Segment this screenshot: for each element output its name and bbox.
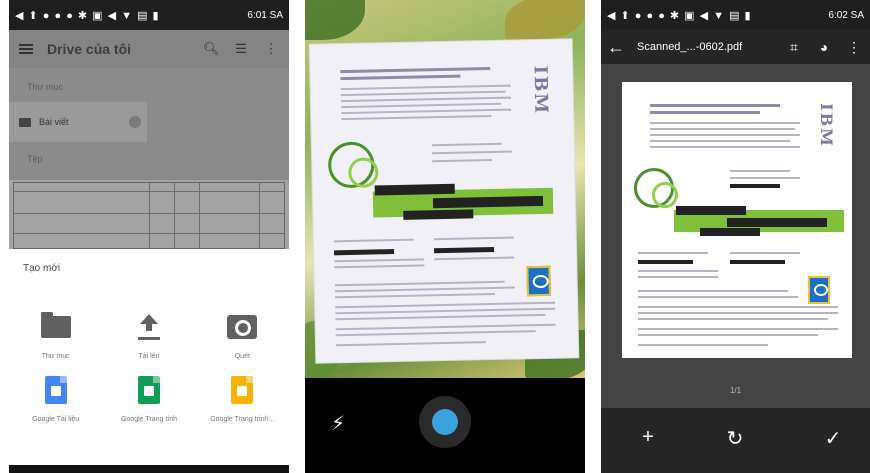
google-sheets-icon bbox=[137, 376, 160, 404]
page-counter: 1/1 bbox=[729, 386, 742, 395]
status-bar: ◀ ⬆ ● ● ● ✱ ▣ ◀ ▼ ▤ ▮ 6:01 SA bbox=[9, 0, 289, 30]
section-files-label: Tệp bbox=[27, 154, 43, 164]
file-thumbnail[interactable] bbox=[9, 180, 289, 249]
upload-option[interactable]: Tải lên bbox=[102, 311, 195, 360]
search-icon[interactable]: 🔍︎ bbox=[203, 41, 220, 57]
folder-icon bbox=[19, 117, 31, 127]
google-docs-option[interactable]: Google Tài liệu bbox=[9, 374, 102, 423]
brand-logo: IBM bbox=[816, 103, 836, 148]
preview-toolbar: ← Scanned_...-0602.pdf ⌗ ◕ ⋮ bbox=[601, 30, 870, 64]
option-label: Thư mục bbox=[41, 353, 70, 360]
camera-viewfinder: IBM bbox=[305, 0, 585, 378]
palette-icon[interactable]: ◕ bbox=[814, 39, 834, 55]
file-title: Scanned_...-0602.pdf bbox=[637, 41, 743, 53]
shutter-button[interactable] bbox=[419, 396, 471, 448]
option-label: Quét bbox=[234, 353, 250, 360]
confirm-check-icon[interactable]: ✓ bbox=[821, 426, 845, 451]
crop-icon[interactable]: ⌗ bbox=[784, 39, 804, 56]
sheet-title: Tạo mới bbox=[23, 263, 61, 274]
status-time: 6:02 SA bbox=[828, 9, 864, 21]
camera-controls: ⚡︎ bbox=[305, 378, 585, 473]
option-label: Google Trang trình... bbox=[210, 416, 275, 423]
google-docs-icon bbox=[44, 376, 67, 404]
scanned-page[interactable]: IBM bbox=[622, 82, 852, 358]
google-slides-option[interactable]: Google Trang trình... bbox=[196, 374, 289, 423]
camera-icon bbox=[227, 315, 258, 339]
section-folders-label: Thư mục bbox=[27, 82, 64, 92]
preview-action-bar: + ↻ ✓ bbox=[601, 408, 870, 473]
drive-background-dimmed: Drive của tôi 🔍︎ ☰ ⋮ Thư mục Bài viết Tệ… bbox=[9, 30, 289, 249]
navigation-bar bbox=[9, 465, 289, 473]
folder-name: Bài viết bbox=[39, 117, 69, 127]
add-page-icon[interactable]: + bbox=[636, 426, 660, 449]
list-view-icon[interactable]: ☰ bbox=[233, 41, 249, 57]
more-options-icon[interactable]: ⋮ bbox=[263, 41, 279, 57]
option-label: Google Tài liệu bbox=[32, 416, 80, 423]
info-icon[interactable] bbox=[129, 116, 141, 128]
back-arrow-icon[interactable]: ← bbox=[607, 37, 627, 58]
status-icons: ◀ ⬆ ● ● ● ✱ ▣ ◀ ▼ ▤ ▮ bbox=[15, 9, 160, 22]
flash-icon[interactable]: ⚡︎ bbox=[331, 411, 345, 436]
status-time: 6:01 SA bbox=[247, 9, 283, 21]
status-bar: ◀ ⬆ ● ● ● ✱ ▣ ◀ ▼ ▤ ▮ 6:02 SA bbox=[601, 0, 870, 30]
brand-logo: IBM bbox=[529, 65, 552, 116]
option-label: Tải lên bbox=[138, 353, 160, 360]
scan-option[interactable]: Quét bbox=[196, 311, 289, 360]
menu-icon[interactable] bbox=[19, 44, 33, 54]
drive-toolbar: Drive của tôi 🔍︎ ☰ ⋮ bbox=[9, 30, 289, 68]
drive-screen: ◀ ⬆ ● ● ● ✱ ▣ ◀ ▼ ▤ ▮ 6:01 SA Drive của … bbox=[9, 0, 289, 473]
scan-preview-screen: ◀ ⬆ ● ● ● ✱ ▣ ◀ ▼ ▤ ▮ 6:02 SA ← Scanned_… bbox=[601, 0, 870, 473]
more-options-icon[interactable]: ⋮ bbox=[844, 39, 864, 56]
preview-area: IBM 1/1 bbox=[601, 64, 870, 408]
retake-icon[interactable]: ↻ bbox=[723, 426, 747, 451]
create-new-sheet: Tạo mới Thư mục Tải lên Quét Google Tài … bbox=[9, 249, 289, 465]
captured-document: IBM bbox=[309, 39, 579, 363]
create-options-grid: Thư mục Tải lên Quét Google Tài liệu Goo… bbox=[9, 293, 289, 423]
google-sheets-option[interactable]: Google Trang tính bbox=[102, 374, 195, 423]
upload-icon bbox=[137, 314, 161, 340]
drive-title: Drive của tôi bbox=[47, 41, 132, 57]
spreadsheet-preview bbox=[13, 182, 285, 249]
new-folder-option[interactable]: Thư mục bbox=[9, 311, 102, 360]
status-icons: ◀ ⬆ ● ● ● ✱ ▣ ◀ ▼ ▤ ▮ bbox=[607, 9, 752, 22]
shutter-icon bbox=[432, 409, 458, 435]
camera-screen: IBM ⚡︎ bbox=[305, 0, 585, 473]
option-label: Google Trang tính bbox=[120, 416, 178, 423]
google-slides-icon bbox=[231, 376, 254, 404]
folder-item[interactable]: Bài viết bbox=[9, 102, 147, 142]
folder-icon bbox=[40, 312, 71, 338]
